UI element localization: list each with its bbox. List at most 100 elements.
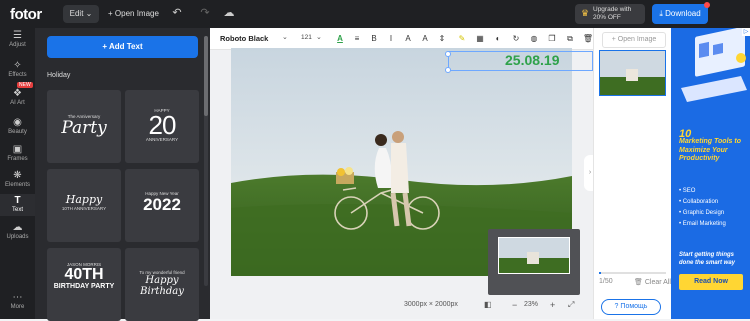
sidebar-ad[interactable]: 10 Marketing Tools to Maximize Your Prod… [671, 28, 750, 319]
rail-item-label: AI Art [10, 100, 25, 106]
tile-line3: BIRTHDAY PARTY [53, 283, 115, 290]
rail-item-elements[interactable]: ❋ Elements [0, 170, 35, 188]
upgrade-line1: Upgrade with [593, 6, 632, 13]
image-layers-panel: + Open Image 1/50 🗑 Clear All ? Помощь [593, 28, 671, 319]
text-template-tile[interactable]: HAPPY 20 ANNIVERSARY [125, 90, 199, 163]
text-icon: T [14, 195, 21, 206]
help-icon: ? [614, 303, 619, 310]
highlight-icon[interactable]: ✎ [456, 32, 468, 46]
beauty-icon: ◉ [13, 117, 22, 128]
panel-scrollbar[interactable] [204, 36, 208, 286]
rail-item-label: Adjust [9, 42, 26, 48]
tile-line2: Party [61, 118, 107, 138]
cloud-icon[interactable]: ☁ [222, 5, 236, 21]
tile-line1: Happy [65, 193, 103, 206]
open-image-panel-button[interactable]: + Open Image [602, 32, 666, 48]
ad-title: Marketing Tools to Maximize Your Product… [679, 138, 741, 162]
rail-item-label: Elements [4, 182, 30, 188]
rail-item-label: Frames [7, 156, 28, 162]
scrollbar-thumb[interactable] [204, 36, 208, 116]
minimap-photo [499, 238, 569, 273]
ad-feature: • Graphic Design [679, 210, 725, 216]
text-template-tile[interactable]: Happy New Year 2022 [125, 169, 199, 242]
chevron-down-icon[interactable]: ⌄ [316, 33, 322, 41]
pattern-icon[interactable]: ▦ [474, 32, 486, 46]
image-thumbnail[interactable] [599, 50, 666, 96]
layers-icon[interactable]: ❐ [546, 32, 558, 46]
compare-icon[interactable]: ◧ [484, 300, 492, 309]
bold-icon[interactable]: B [368, 32, 380, 46]
text-color-icon[interactable]: A [334, 32, 346, 46]
undo-icon[interactable]: ↶ [170, 5, 184, 21]
canvas-dimensions: 3000px × 2000px [404, 301, 458, 308]
rail-item-text[interactable]: T Text [0, 194, 35, 216]
add-text-button[interactable]: + Add Text [47, 36, 198, 58]
text-template-tile[interactable]: JASON MORRIS 40TH BIRTHDAY PARTY [47, 248, 121, 321]
rail-item-beauty[interactable]: ◉ Beauty [0, 117, 35, 135]
help-button[interactable]: ? Помощь [601, 299, 661, 315]
ad-read-now-button[interactable]: Read Now [679, 274, 743, 290]
new-badge: NEW [17, 82, 33, 88]
rotate-icon[interactable]: ↻ [510, 32, 522, 46]
ad-info-icon[interactable]: ▷ [742, 28, 750, 36]
shadow-icon[interactable]: ◍ [528, 32, 540, 46]
align-icon[interactable]: ≡ [351, 32, 363, 46]
font-size-input[interactable]: 121 [301, 34, 312, 41]
rail-item-effects[interactable]: ✧ Effects [0, 60, 35, 78]
image-count: 1/50 [599, 278, 613, 285]
zoom-level: 23% [524, 301, 539, 308]
effects-icon[interactable]: ◐ [492, 32, 504, 46]
rail-item-label: Uploads [6, 234, 29, 240]
tile-line2: 10TH ANNIVERSARY [61, 206, 107, 211]
chevron-right-icon: › [588, 169, 592, 176]
edit-menu-button[interactable]: Edit ⌄ [63, 5, 99, 23]
ad-illustration [681, 28, 747, 102]
resize-handle[interactable] [445, 67, 451, 73]
fotor-logo[interactable]: fotor [10, 6, 42, 23]
download-button[interactable]: ⤓ Download [652, 2, 710, 24]
upgrade-button[interactable]: ♛ Upgrade with 20% OFF [575, 4, 645, 24]
sliders-icon: ☰ [13, 30, 22, 41]
tile-line2: 40TH [64, 266, 104, 283]
zoom-in-icon[interactable]: + [550, 300, 555, 310]
fit-screen-icon[interactable]: ⤢ [568, 300, 574, 310]
tile-line3: ANNIVERSARY [145, 137, 179, 142]
text-template-tile[interactable]: To my wonderful friend Happy Birthday [125, 248, 199, 321]
line-height-icon[interactable]: ⇕ [436, 32, 448, 46]
minimap-viewport [498, 237, 570, 274]
text-template-tile[interactable]: The Anniversary Party [47, 90, 121, 163]
italic-icon[interactable]: I [385, 32, 397, 46]
download-label: Download [665, 9, 701, 18]
chevron-down-icon[interactable]: ⌄ [282, 33, 288, 41]
edit-label: Edit [69, 9, 84, 18]
notification-dot [704, 2, 710, 8]
rail-item-ai-art[interactable]: ❖ AI Art [0, 88, 35, 106]
trash-icon: 🗑 [634, 279, 643, 286]
rail-item-frames[interactable]: ▣ Frames [0, 144, 35, 162]
clear-all-button[interactable]: 🗑 Clear All [634, 278, 671, 286]
image-count-bar [599, 272, 666, 274]
top-bar: fotor Edit ⌄ + Open Image ↶ ↷ ☁ ♛ Upgrad… [0, 0, 750, 28]
rail-item-more[interactable]: ⋯ More [0, 292, 35, 310]
image-count-fill [599, 272, 601, 274]
font-family-select[interactable]: Roboto Black [220, 34, 268, 43]
canvas-text-date[interactable]: 25.08.19 [505, 52, 560, 68]
tool-rail: ☰ Adjust ✧ Effects ❖ AI Art ◉ Beauty ▣ Frames… [0, 28, 35, 319]
navigator-minimap[interactable] [488, 229, 580, 295]
duplicate-icon[interactable]: ⧉ [564, 32, 576, 46]
more-icon: ⋯ [12, 292, 23, 303]
redo-icon[interactable]: ↷ [198, 5, 212, 21]
ai-art-icon: ❖ [13, 88, 22, 99]
open-image-button[interactable]: + Open Image [108, 6, 159, 22]
text-template-tile[interactable]: Happy 10TH ANNIVERSARY [47, 169, 121, 242]
crown-icon: ♛ [581, 8, 590, 18]
rail-item-adjust[interactable]: ☰ Adjust [0, 30, 35, 48]
rail-item-label: More [10, 304, 25, 310]
frames-icon: ▣ [12, 144, 23, 155]
letter-spacing-icon[interactable]: A [419, 32, 431, 46]
text-style-icon[interactable]: A [402, 32, 414, 46]
zoom-out-icon[interactable]: − [512, 300, 517, 310]
rail-item-uploads[interactable]: ☁ Uploads [0, 222, 35, 240]
section-title: Holiday [47, 72, 71, 79]
resize-handle[interactable] [445, 51, 451, 57]
